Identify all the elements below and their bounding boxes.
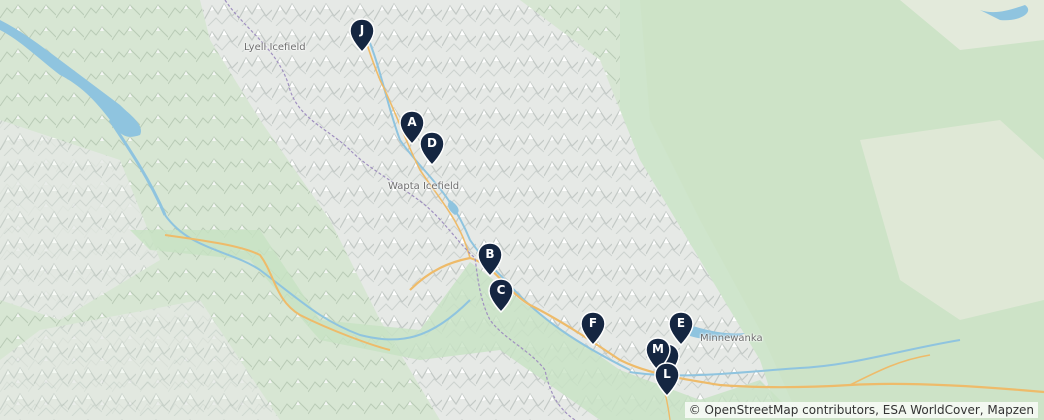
- map-marker-f[interactable]: F: [579, 311, 607, 347]
- marker-label: M: [652, 342, 664, 356]
- map-attribution: © OpenStreetMap contributors, ESA WorldC…: [684, 402, 1038, 418]
- map-view[interactable]: Lyell Icefield Wapta Icefield Minnewanka…: [0, 0, 1044, 420]
- marker-label: J: [359, 23, 365, 37]
- marker-label: D: [427, 136, 437, 150]
- map-marker-c[interactable]: C: [487, 278, 515, 314]
- map-marker-j[interactable]: J: [348, 18, 376, 54]
- marker-label: B: [485, 247, 495, 261]
- map-terrain: [0, 0, 1044, 420]
- marker-label: E: [676, 316, 686, 330]
- map-marker-d[interactable]: D: [418, 131, 446, 167]
- marker-label: A: [407, 115, 417, 129]
- marker-label: F: [588, 316, 598, 330]
- marker-label: C: [496, 283, 506, 297]
- map-marker-l[interactable]: L: [653, 362, 681, 398]
- map-marker-b[interactable]: B: [476, 242, 504, 278]
- marker-label: L: [663, 367, 671, 381]
